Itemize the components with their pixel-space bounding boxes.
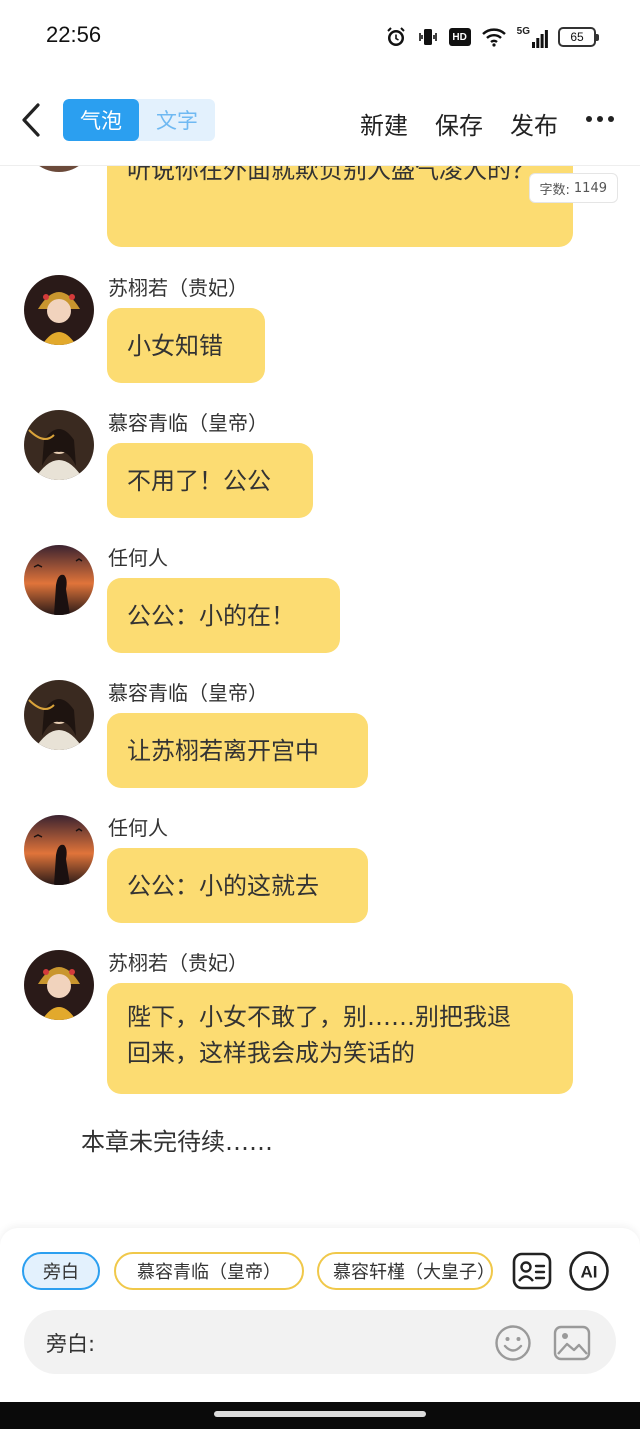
role-chip-emperor[interactable]: 慕容青临（皇帝） [114, 1252, 304, 1290]
avatar-partial[interactable] [24, 166, 94, 172]
ai-button[interactable]: AI [568, 1250, 610, 1292]
save-button[interactable]: 保存 [435, 106, 483, 141]
narration-text[interactable]: 本章未完待续…… [81, 1122, 273, 1157]
hd-icon: HD [448, 28, 471, 46]
role-chip-prince[interactable]: 慕容轩槿（大皇子） [317, 1252, 493, 1290]
signal-5g-icon: 5G [517, 26, 548, 48]
message-text: 让苏栩若离开宫中 [127, 736, 319, 765]
message-input-row: 旁白: [24, 1310, 616, 1374]
wifi-icon [481, 27, 507, 47]
speaker-name: 任何人 [108, 816, 168, 840]
silhouette-avatar[interactable] [24, 815, 94, 885]
input-role-label: 旁白: [46, 1332, 96, 1356]
mode-toggle: 气泡 文字 [63, 99, 215, 141]
message-bubble[interactable]: 小女知错 [107, 308, 265, 383]
alarm-icon [385, 26, 407, 48]
speaker-name: 慕容青临（皇帝） [108, 411, 268, 435]
role-chip-narrator[interactable]: 旁白 [22, 1252, 100, 1290]
message-bubble[interactable]: 听说你在外面就欺负别人盛气凌人的？ [107, 166, 573, 247]
character-card-icon [512, 1252, 552, 1290]
message-bubble[interactable]: 陛下，小女不敢了，别……别把我退 回来，这样我会成为笑话的 [107, 983, 573, 1094]
message-text: 不用了！公公 [127, 466, 271, 495]
message-text: 公公：小的这就去 [127, 871, 319, 900]
message-text: 听说你在外面就欺负别人盛气凌人的？ [127, 166, 535, 184]
chat-area[interactable]: 听说你在外面就欺负别人盛气凌人的？ 字数: 1149 苏栩若（贵妃） 小女知错 … [0, 166, 640, 1228]
back-button[interactable] [18, 102, 48, 138]
character-card-button[interactable] [511, 1250, 553, 1292]
word-count-badge: 字数: 1149 [528, 173, 618, 203]
tab-bubble[interactable]: 气泡 [63, 99, 139, 141]
speaker-name: 慕容青临（皇帝） [108, 681, 268, 705]
message-input[interactable] [108, 1324, 488, 1360]
more-options-icon[interactable] [586, 116, 614, 122]
status-bar: 22:56 HD 5G 65 [0, 0, 640, 72]
publish-button[interactable]: 发布 [510, 106, 558, 141]
ai-icon: AI [569, 1251, 609, 1291]
message-text: 小女知错 [127, 331, 223, 360]
vibrate-icon [417, 26, 439, 48]
message-bubble[interactable]: 公公：小的在！ [107, 578, 340, 653]
battery-level: 65 [570, 30, 584, 44]
chevron-left-icon [22, 103, 40, 137]
svg-text:AI: AI [581, 1263, 598, 1282]
message-bubble[interactable]: 让苏栩若离开宫中 [107, 713, 368, 788]
message-bubble[interactable]: 公公：小的这就去 [107, 848, 368, 923]
consort-avatar[interactable] [24, 275, 94, 345]
consort-avatar[interactable] [24, 950, 94, 1020]
image-button[interactable] [552, 1324, 592, 1362]
battery-icon: 65 [558, 27, 599, 47]
message-text-line: 陛下，小女不敢了，别……别把我退 [127, 1003, 511, 1031]
image-icon [553, 1325, 591, 1361]
message-bubble[interactable]: 不用了！公公 [107, 443, 313, 518]
tab-text[interactable]: 文字 [139, 99, 215, 141]
message-text-line: 回来，这样我会成为笑话的 [127, 1039, 415, 1067]
emperor-avatar[interactable] [24, 410, 94, 480]
speaker-name: 苏栩若（贵妃） [108, 951, 248, 975]
speaker-name: 任何人 [108, 546, 168, 570]
status-time: 22:56 [46, 22, 102, 47]
new-button[interactable]: 新建 [360, 106, 408, 141]
emoji-button[interactable] [494, 1324, 532, 1362]
bottom-panel: 旁白 慕容青临（皇帝） 慕容轩槿（大皇子） AI 旁白: [0, 1228, 640, 1402]
emperor-avatar[interactable] [24, 680, 94, 750]
status-icons: HD 5G 65 [385, 24, 599, 50]
silhouette-avatar[interactable] [24, 545, 94, 615]
message-text: 公公：小的在！ [127, 601, 295, 630]
top-bar: 气泡 文字 新建 保存 发布 [0, 72, 640, 166]
emoji-icon [495, 1325, 531, 1361]
nav-bar [0, 1402, 640, 1429]
home-indicator[interactable] [214, 1411, 426, 1417]
speaker-name: 苏栩若（贵妃） [108, 276, 248, 300]
